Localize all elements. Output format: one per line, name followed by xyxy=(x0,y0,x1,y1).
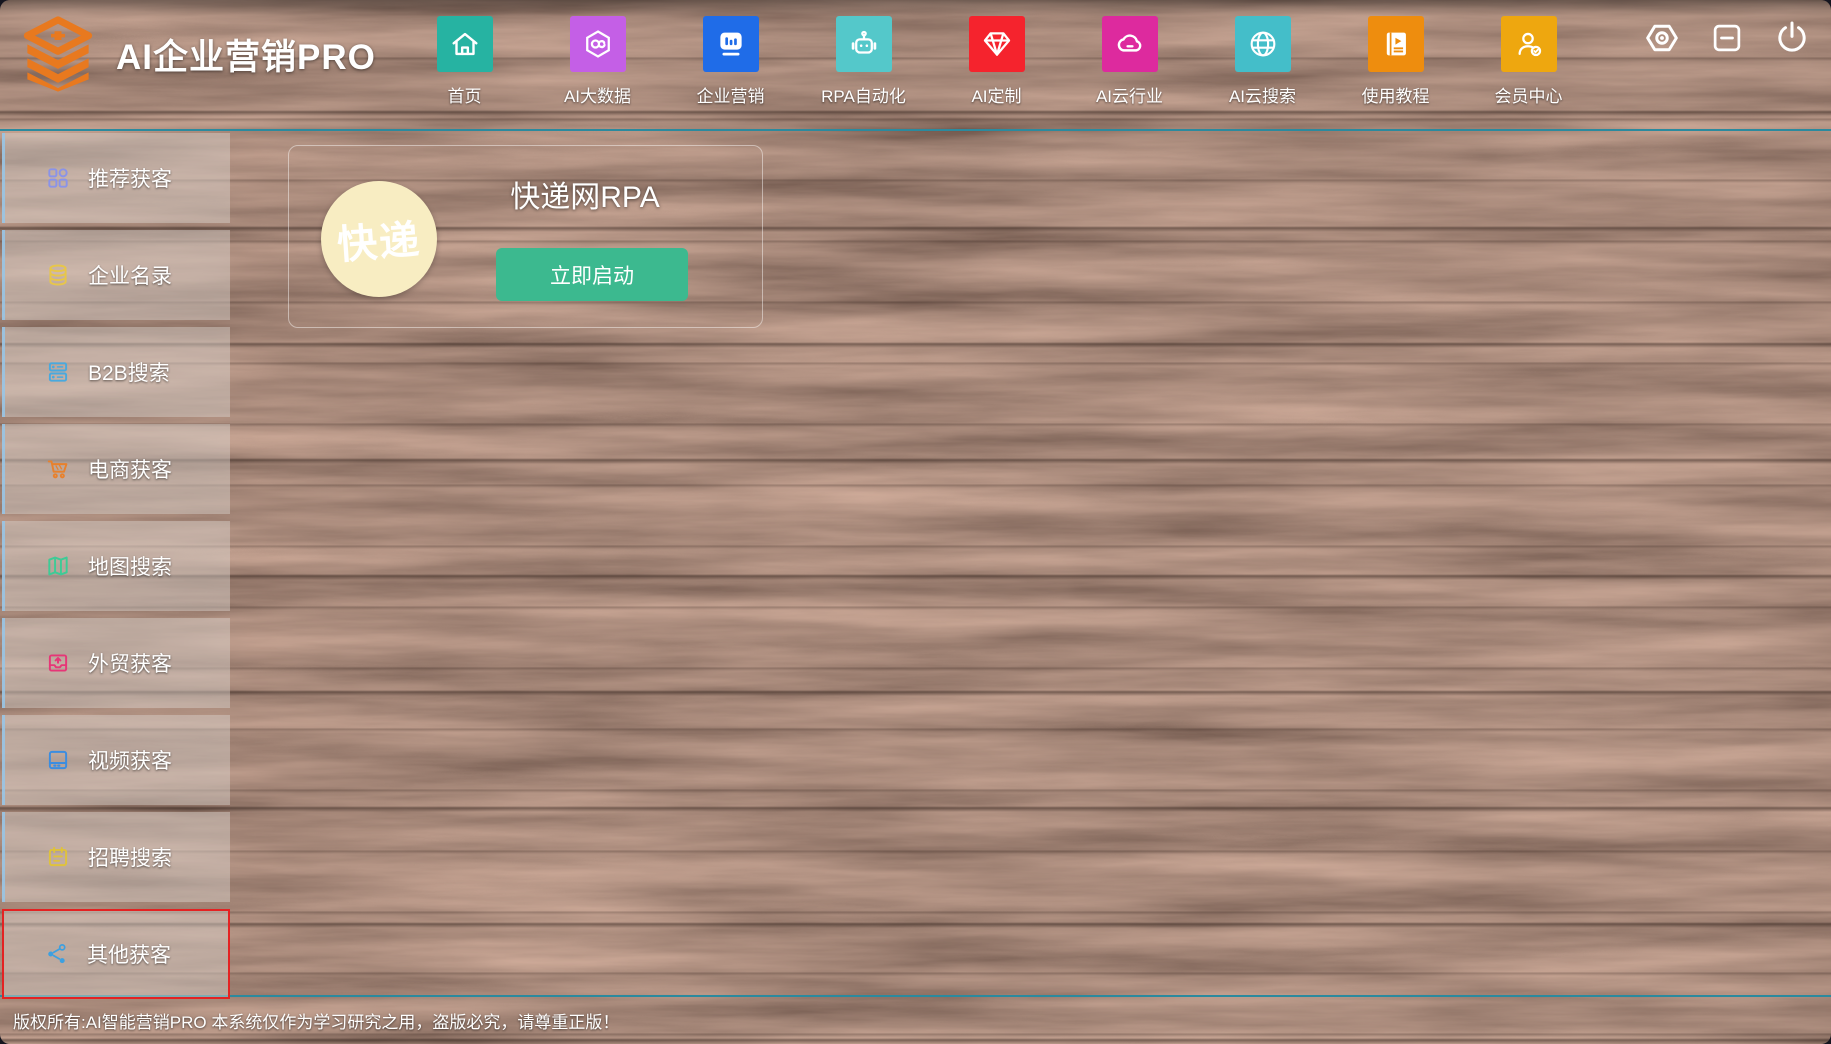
home-icon xyxy=(448,27,482,61)
nav-item-ai-cloud-search[interactable]: AI云搜索 xyxy=(1196,8,1329,107)
marketing-tile xyxy=(703,16,759,72)
footer-bar: 版权所有:AI智能营销PRO 本系统仅作为学习研究之用，盗版必究，请尊重正版！ xyxy=(0,997,1831,1044)
server-icon xyxy=(45,359,71,385)
sidebar-item-label: B2B搜索 xyxy=(88,357,170,387)
marketing-board-icon xyxy=(714,27,748,61)
map-icon xyxy=(45,553,71,579)
top-navigation: 首页 AI大数据 xyxy=(398,8,1595,107)
cloud-icon xyxy=(1113,27,1147,61)
nav-item-ai-cloud-industry[interactable]: AI云行业 xyxy=(1063,8,1196,107)
rpa-card: 快递 快递网RPA 立即启动 xyxy=(288,145,763,328)
sidebar-item-label: 地图搜索 xyxy=(88,551,172,581)
window-controls xyxy=(1641,17,1813,59)
sidebar-item-label: 外贸获客 xyxy=(88,648,172,678)
settings-button[interactable] xyxy=(1641,17,1683,59)
nav-item-ai-custom[interactable]: AI定制 xyxy=(930,8,1063,107)
sidebar: 推荐获客 企业名录 B2B搜索 电 xyxy=(2,133,230,1006)
clipboard-icon xyxy=(45,844,71,870)
grid-blocks-icon xyxy=(45,165,71,191)
app-logo: AI企业营销PRO xyxy=(16,16,376,92)
robot-icon xyxy=(847,27,881,61)
sidebar-item-label: 其他获客 xyxy=(87,939,171,969)
member-check-icon xyxy=(1512,27,1546,61)
globe-icon xyxy=(1246,27,1280,61)
power-icon xyxy=(1772,18,1812,58)
power-button[interactable] xyxy=(1771,17,1813,59)
inbox-arrow-icon xyxy=(45,650,71,676)
sidebar-item-foreign-trade[interactable]: 外贸获客 xyxy=(2,618,230,708)
nav-item-member-center[interactable]: 会员中心 xyxy=(1462,8,1595,107)
cloud-industry-tile xyxy=(1102,16,1158,72)
diamond-icon xyxy=(980,27,1014,61)
badge-text: 快递 xyxy=(335,207,423,271)
tutorial-book-icon xyxy=(1379,27,1413,61)
bigdata-hexagon-icon xyxy=(581,27,615,61)
nav-label: 使用教程 xyxy=(1362,82,1430,107)
home-tile xyxy=(437,16,493,72)
cart-icon xyxy=(45,456,71,482)
sidebar-item-b2b-search[interactable]: B2B搜索 xyxy=(2,327,230,417)
sidebar-item-ecommerce[interactable]: 电商获客 xyxy=(2,424,230,514)
header-bar: AI企业营销PRO 首页 AI大数据 xyxy=(0,0,1831,118)
copyright-text: 版权所有:AI智能营销PRO 本系统仅作为学习研究之用，盗版必究，请尊重正版！ xyxy=(13,1008,619,1033)
app-window: AI企业营销PRO 首页 AI大数据 xyxy=(0,0,1831,1044)
header-separator-line xyxy=(0,129,1831,131)
sidebar-item-label: 视频获客 xyxy=(88,745,172,775)
nav-label: AI大数据 xyxy=(564,82,631,107)
sidebar-item-label: 电商获客 xyxy=(88,454,172,484)
app-title: AI企业营销PRO xyxy=(116,29,376,80)
sidebar-item-video[interactable]: 视频获客 xyxy=(2,715,230,805)
sidebar-item-map-search[interactable]: 地图搜索 xyxy=(2,521,230,611)
nav-label: AI云行业 xyxy=(1096,82,1163,107)
sidebar-item-directory[interactable]: 企业名录 xyxy=(2,230,230,320)
nav-item-enterprise-marketing[interactable]: 企业营销 xyxy=(664,8,797,107)
minimize-icon xyxy=(1708,19,1746,57)
sidebar-item-label: 招聘搜索 xyxy=(88,842,172,872)
layers-logo-icon xyxy=(16,16,100,92)
share-nodes-icon xyxy=(44,941,70,967)
launch-button[interactable]: 立即启动 xyxy=(496,248,688,301)
nav-item-tutorial[interactable]: 使用教程 xyxy=(1329,8,1462,107)
minimize-button[interactable] xyxy=(1706,17,1748,59)
nav-label: AI定制 xyxy=(971,82,1021,107)
sidebar-item-label: 企业名录 xyxy=(88,260,172,290)
nav-label: RPA自动化 xyxy=(821,82,906,107)
cloud-search-tile xyxy=(1235,16,1291,72)
sidebar-item-recommend[interactable]: 推荐获客 xyxy=(2,133,230,223)
custom-tile xyxy=(969,16,1025,72)
nav-item-home[interactable]: 首页 xyxy=(398,8,531,107)
card-title: 快递网RPA xyxy=(510,172,659,216)
nav-label: 会员中心 xyxy=(1495,82,1563,107)
wood-texture-background xyxy=(0,0,1831,1044)
gear-icon xyxy=(1641,17,1683,59)
sidebar-item-recruit-search[interactable]: 招聘搜索 xyxy=(2,812,230,902)
sidebar-item-other-active[interactable]: 其他获客 xyxy=(2,909,230,999)
tutorial-tile xyxy=(1368,16,1424,72)
nav-label: AI云搜索 xyxy=(1229,82,1296,107)
rpa-tile xyxy=(836,16,892,72)
nav-label: 首页 xyxy=(448,82,482,107)
database-icon xyxy=(45,262,71,288)
nav-item-rpa-automation[interactable]: RPA自动化 xyxy=(797,8,930,107)
bigdata-tile xyxy=(570,16,626,72)
nav-item-ai-bigdata[interactable]: AI大数据 xyxy=(531,8,664,107)
sidebar-item-label: 推荐获客 xyxy=(88,163,172,193)
express-badge: 快递 xyxy=(321,181,437,297)
video-frame-icon xyxy=(45,747,71,773)
member-tile xyxy=(1501,16,1557,72)
nav-label: 企业营销 xyxy=(697,82,765,107)
